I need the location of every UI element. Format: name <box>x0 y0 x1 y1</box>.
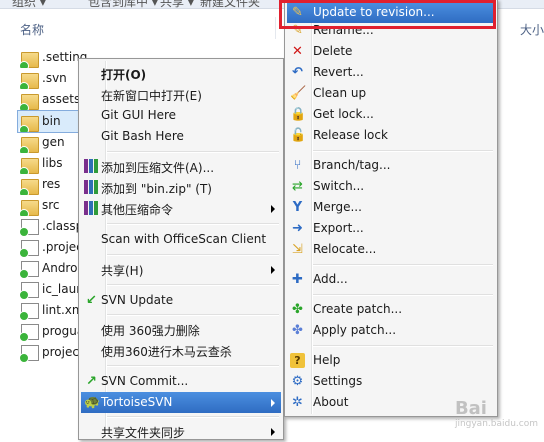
winrar-icon <box>84 201 99 216</box>
winrar-icon <box>84 159 99 174</box>
menu-share[interactable]: 共享(H) <box>81 259 281 280</box>
submenu-arrow-icon <box>271 205 275 213</box>
svn-file-icon <box>19 345 39 363</box>
menu-share-sync[interactable]: 共享文件夹同步 <box>81 421 281 442</box>
svn-file-icon <box>19 324 39 342</box>
menu-officescan[interactable]: Scan with OfficeScan Client <box>81 229 281 250</box>
create-patch-icon: ✤ <box>292 302 303 317</box>
cleanup-icon: 🧹 <box>290 86 307 101</box>
menu-export[interactable]: ➜ Export... <box>287 218 495 239</box>
svn-folder-icon <box>19 200 39 216</box>
tortoise-icon: 🐢 <box>84 395 101 410</box>
svn-folder-icon <box>19 116 39 132</box>
relocate-icon: ⇲ <box>292 242 303 257</box>
menu-svn-commit[interactable]: ↗ SVN Commit... <box>81 371 281 392</box>
export-icon: ➜ <box>292 221 303 236</box>
menu-relocate[interactable]: ⇲ Relocate... <box>287 239 495 260</box>
menu-settings[interactable]: ⚙ Settings <box>287 371 495 392</box>
menu-git-gui[interactable]: Git GUI Here <box>81 105 281 126</box>
svn-folder-icon <box>19 94 39 110</box>
menu-360-scan[interactable]: 使用360进行木马云查杀 <box>81 340 281 361</box>
about-icon: ✲ <box>292 395 303 410</box>
tortoisesvn-submenu: ✎ Update to revision... ✎ Rename... ✕ Delet… <box>284 0 498 417</box>
menu-delete[interactable]: ✕ Delete <box>287 41 495 62</box>
column-separator[interactable] <box>275 17 276 39</box>
watermark: Bai jingyan.baidu.com <box>454 398 538 429</box>
branch-icon: ⑂ <box>293 158 302 173</box>
menu-apply-patch[interactable]: ✤ Apply patch... <box>287 320 495 341</box>
file-item-selected[interactable]: bin <box>17 110 85 133</box>
toolbar-include-library[interactable]: 包含到库中 ▾ <box>88 0 158 8</box>
submenu-arrow-icon <box>271 428 275 436</box>
submenu-arrow-icon <box>271 266 275 274</box>
switch-icon: ⇄ <box>292 179 303 194</box>
svn-file-icon <box>19 219 39 237</box>
help-icon: ? <box>290 353 305 368</box>
settings-icon: ⚙ <box>291 374 304 389</box>
unlock-icon: 🔓 <box>290 128 307 143</box>
toolbar-new-folder[interactable]: 新建文件夹 <box>200 0 260 8</box>
svn-folder-icon <box>19 179 39 195</box>
submenu-arrow-icon <box>271 399 275 407</box>
merge-icon: Y <box>292 200 303 215</box>
svn-file-icon <box>19 282 39 300</box>
toolbar-organize[interactable]: 组织 ▾ <box>12 0 46 8</box>
menu-svn-update[interactable]: ↙ SVN Update <box>81 290 281 311</box>
menu-revert[interactable]: ↶ Revert... <box>287 62 495 83</box>
svn-folder-icon <box>19 137 39 153</box>
menu-open[interactable]: 打开(O) <box>81 63 281 84</box>
menu-get-lock[interactable]: 🔒 Get lock... <box>287 104 495 125</box>
revert-icon: ↶ <box>292 65 303 80</box>
menu-add-archive[interactable]: 添加到压缩文件(A)... <box>81 156 281 177</box>
svn-folder-icon <box>19 52 39 68</box>
menu-add[interactable]: ✚ Add... <box>287 269 495 290</box>
add-icon: ✚ <box>292 272 303 287</box>
winrar-icon <box>84 180 99 195</box>
menu-other-compress[interactable]: 其他压缩命令 <box>81 198 281 219</box>
column-name[interactable]: 名称 <box>20 21 44 38</box>
menu-branch-tag[interactable]: ⑂ Branch/tag... <box>287 155 495 176</box>
toolbar-share[interactable]: 共享 ▾ <box>160 0 194 8</box>
svn-file-icon <box>19 240 39 258</box>
menu-add-zip[interactable]: 添加到 "bin.zip" (T) <box>81 177 281 198</box>
svn-folder-icon <box>19 158 39 174</box>
delete-x-icon: ✕ <box>292 44 303 59</box>
menu-cleanup[interactable]: 🧹 Clean up <box>287 83 495 104</box>
svn-file-icon <box>19 303 39 321</box>
svn-update-icon: ↙ <box>86 293 97 308</box>
menu-360-delete[interactable]: 使用 360强力删除 <box>81 319 281 340</box>
svn-commit-icon: ↗ <box>86 374 97 389</box>
apply-patch-icon: ✤ <box>292 323 303 338</box>
svn-file-icon <box>19 261 39 279</box>
context-menu: 打开(O) 在新窗口中打开(E) Git GUI Here Git Bash H… <box>78 58 284 440</box>
menu-tortoisesvn[interactable]: 🐢 TortoiseSVN <box>81 392 281 413</box>
menu-open-new-window[interactable]: 在新窗口中打开(E) <box>81 84 281 105</box>
annotation-highlight-box <box>279 0 496 29</box>
menu-git-bash[interactable]: Git Bash Here <box>81 126 281 147</box>
menu-switch[interactable]: ⇄ Switch... <box>287 176 495 197</box>
menu-create-patch[interactable]: ✤ Create patch... <box>287 299 495 320</box>
column-size[interactable]: 大小 <box>520 21 544 38</box>
svn-folder-icon <box>19 73 39 89</box>
menu-merge[interactable]: Y Merge... <box>287 197 495 218</box>
menu-release-lock[interactable]: 🔓 Release lock <box>287 125 495 146</box>
lock-icon: 🔒 <box>290 107 307 122</box>
menu-help[interactable]: ? Help <box>287 350 495 371</box>
